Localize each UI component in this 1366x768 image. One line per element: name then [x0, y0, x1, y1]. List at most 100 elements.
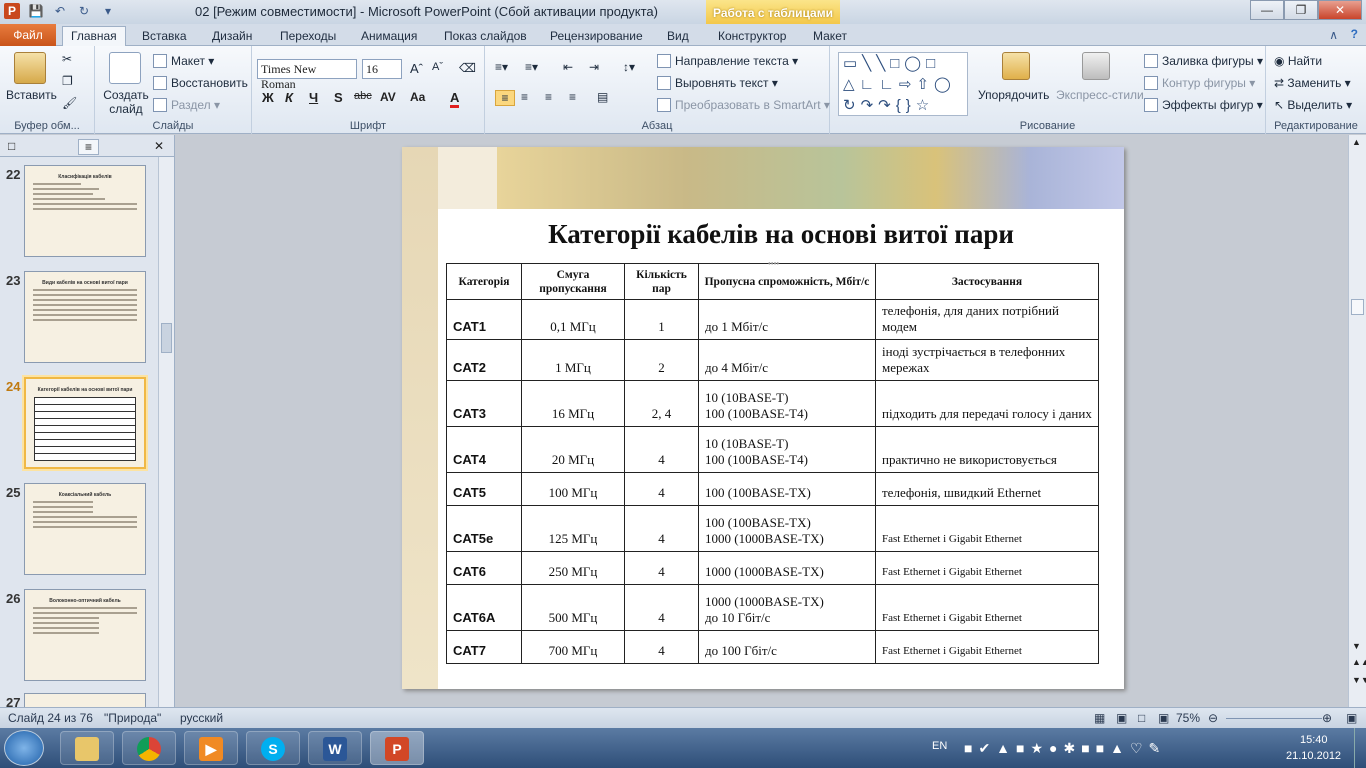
- new-slide-icon[interactable]: [109, 52, 141, 84]
- paste-icon[interactable]: [14, 52, 46, 84]
- line-spacing-icon[interactable]: ↕▾: [623, 60, 635, 74]
- scroll-down-icon[interactable]: ▼: [1352, 641, 1361, 651]
- restore-button[interactable]: ❐: [1284, 0, 1318, 20]
- zoom-slider[interactable]: [1226, 718, 1322, 719]
- save-icon[interactable]: 💾: [28, 3, 44, 19]
- tray-icons[interactable]: ■✔▲■★●✱■■▲♡✎: [964, 740, 1166, 757]
- cell-pairs[interactable]: 4: [624, 551, 699, 585]
- slide-thumbnail[interactable]: Класифікація кабелів: [24, 165, 146, 257]
- tab-transitions[interactable]: Переходы: [280, 26, 336, 46]
- table-row[interactable]: CAT6A 500 МГц 4 1000 (1000BASE-TX) до 10 Гб…: [446, 584, 1099, 631]
- header-pairs[interactable]: Кількість пар: [624, 263, 699, 300]
- editor-scroll-thumb[interactable]: [1351, 299, 1364, 315]
- select-button[interactable]: ↖ Выделить ▾: [1274, 98, 1352, 112]
- powerpoint-logo-icon[interactable]: P: [4, 3, 20, 19]
- shape-fill-button[interactable]: Заливка фигуры ▾: [1144, 54, 1263, 68]
- table-row[interactable]: CAT3 16 МГц 2, 4 10 (10BASE-T) 100 (100BASE…: [446, 380, 1099, 427]
- table-row[interactable]: CAT2 1 МГц 2 до 4 Мбіт/с іноді зустрічається…: [446, 339, 1099, 381]
- tab-slideshow[interactable]: Показ слайдов: [444, 26, 527, 46]
- undo-icon[interactable]: ↶: [52, 3, 68, 19]
- clear-format-icon[interactable]: ⌫: [459, 61, 476, 75]
- cell-throughput[interactable]: 100 (100BASE-TX) 1000 (1000BASE-TX): [698, 505, 876, 552]
- tab-constructor[interactable]: Конструктор: [718, 26, 786, 46]
- align-center-icon[interactable]: ≡: [521, 90, 528, 104]
- next-slide-icon[interactable]: ▼▼: [1352, 675, 1366, 685]
- section-button[interactable]: Раздел ▾: [153, 98, 220, 112]
- powerpoint-taskbar-button[interactable]: P: [370, 731, 424, 765]
- table-row[interactable]: CAT7 700 МГц 4 до 100 Гбіт/с Fast Ethernet і…: [446, 630, 1099, 664]
- cell-usage[interactable]: Fast Ethernet і Gigabit Ethernet: [875, 630, 1099, 664]
- arrange-button[interactable]: Упорядочить: [978, 88, 1049, 102]
- tab-view[interactable]: Вид: [667, 26, 689, 46]
- cell-usage[interactable]: Fast Ethernet і Gigabit Ethernet: [875, 551, 1099, 585]
- cell-bandwidth[interactable]: 0,1 МГц: [521, 299, 625, 340]
- cell-throughput[interactable]: до 4 Мбіт/с: [698, 339, 876, 381]
- reset-button[interactable]: Восстановить: [153, 76, 248, 90]
- cell-usage[interactable]: підходить для передачі голосу і даних: [875, 380, 1099, 427]
- cell-category[interactable]: CAT1: [446, 299, 522, 340]
- sorter-view-icon[interactable]: ▣: [1116, 711, 1127, 725]
- slideshow-view-icon[interactable]: ▣: [1158, 711, 1169, 725]
- cell-category[interactable]: CAT6A: [446, 584, 522, 631]
- text-direction-button[interactable]: Направление текста ▾: [657, 54, 798, 68]
- cell-throughput[interactable]: 1000 (1000BASE-TX) до 10 Гбіт/с: [698, 584, 876, 631]
- new-slide-button[interactable]: Создать слайд: [103, 88, 149, 116]
- slide-thumbnail[interactable]: Види кабелів на основі витої пари: [24, 271, 146, 363]
- cell-throughput[interactable]: 100 (100BASE-TX): [698, 472, 876, 506]
- cell-pairs[interactable]: 1: [624, 299, 699, 340]
- shape-effects-button[interactable]: Эффекты фигур ▾: [1144, 98, 1263, 112]
- table-row[interactable]: CAT4 20 МГц 4 10 (10BASE-T) 100 (100BASE-T4…: [446, 426, 1099, 473]
- customize-qat-icon[interactable]: ▾: [100, 3, 116, 19]
- zoom-in-icon[interactable]: ⊕: [1322, 711, 1332, 725]
- close-button[interactable]: ✕: [1318, 0, 1362, 20]
- normal-view-icon[interactable]: ▦: [1094, 711, 1105, 725]
- cell-bandwidth[interactable]: 700 МГц: [521, 630, 625, 664]
- replace-button[interactable]: ⇄ Заменить ▾: [1274, 76, 1351, 90]
- cut-icon[interactable]: ✂: [62, 52, 72, 66]
- cell-pairs[interactable]: 4: [624, 426, 699, 473]
- align-right-icon[interactable]: ≡: [545, 90, 552, 104]
- quick-styles-icon[interactable]: [1082, 52, 1110, 80]
- zoom-out-icon[interactable]: ⊖: [1208, 711, 1218, 725]
- table-row[interactable]: CAT5 100 МГц 4 100 (100BASE-TX) телефонія, ш…: [446, 472, 1099, 506]
- numbering-icon[interactable]: ≡▾: [525, 60, 538, 74]
- header-bandwidth[interactable]: Смуга пропускання: [521, 263, 625, 300]
- language-indicator[interactable]: EN: [932, 740, 947, 752]
- strikethrough-icon[interactable]: abc: [354, 90, 372, 102]
- help-icon[interactable]: ?: [1351, 27, 1358, 41]
- clock-date[interactable]: 21.10.2012: [1286, 750, 1341, 762]
- tab-file[interactable]: Файл: [0, 24, 56, 46]
- reading-view-icon[interactable]: □: [1138, 711, 1145, 725]
- cable-table[interactable]: Категорія Смуга пропускання Кількість па…: [446, 263, 1099, 664]
- increase-indent-icon[interactable]: ⇥: [589, 60, 599, 74]
- arrange-icon[interactable]: [1002, 52, 1030, 80]
- slide-thumbnail[interactable]: Волоконно-оптичний кабель: [24, 589, 146, 681]
- start-button[interactable]: [4, 730, 44, 766]
- explorer-taskbar-button[interactable]: [60, 731, 114, 765]
- cell-throughput[interactable]: до 1 Мбіт/с: [698, 299, 876, 340]
- minimize-button[interactable]: —: [1250, 0, 1284, 20]
- shadow-icon[interactable]: S: [334, 90, 343, 105]
- table-row[interactable]: CAT1 0,1 МГц 1 до 1 Мбіт/с телефонія, для да…: [446, 299, 1099, 340]
- bold-icon[interactable]: Ж: [262, 90, 274, 105]
- editor-scrollbar[interactable]: ▲ ▼ ▲▲ ▼▼: [1348, 135, 1366, 707]
- decrease-indent-icon[interactable]: ⇤: [563, 60, 573, 74]
- chrome-taskbar-button[interactable]: [122, 731, 176, 765]
- cell-usage[interactable]: телефонія, для даних потрібний модем: [875, 299, 1099, 340]
- shapes-gallery[interactable]: ▭╲╲□◯□ △∟∟⇨⇧◯ ↻↷↷{}☆: [838, 52, 968, 116]
- cell-category[interactable]: CAT6: [446, 551, 522, 585]
- close-pane-icon[interactable]: ✕: [154, 139, 164, 153]
- cell-category[interactable]: CAT5e: [446, 505, 522, 552]
- cell-throughput[interactable]: 10 (10BASE-T) 100 (100BASE-T4): [698, 380, 876, 427]
- underline-icon[interactable]: Ч: [309, 90, 318, 105]
- cell-category[interactable]: CAT2: [446, 339, 522, 381]
- cell-pairs[interactable]: 4: [624, 505, 699, 552]
- font-color-icon[interactable]: A: [450, 90, 460, 108]
- tab-animation[interactable]: Анимация: [361, 26, 417, 46]
- cell-usage[interactable]: практично не використовується: [875, 426, 1099, 473]
- justify-icon[interactable]: ≡: [569, 90, 576, 104]
- slide-title[interactable]: Категорії кабелів на основі витої пари: [438, 219, 1124, 250]
- slide-thumbnail-selected[interactable]: Категорії кабелів на основі витої пари: [24, 377, 146, 469]
- header-category[interactable]: Категорія: [446, 263, 522, 300]
- font-name-combo[interactable]: Times New Roman: [257, 59, 357, 91]
